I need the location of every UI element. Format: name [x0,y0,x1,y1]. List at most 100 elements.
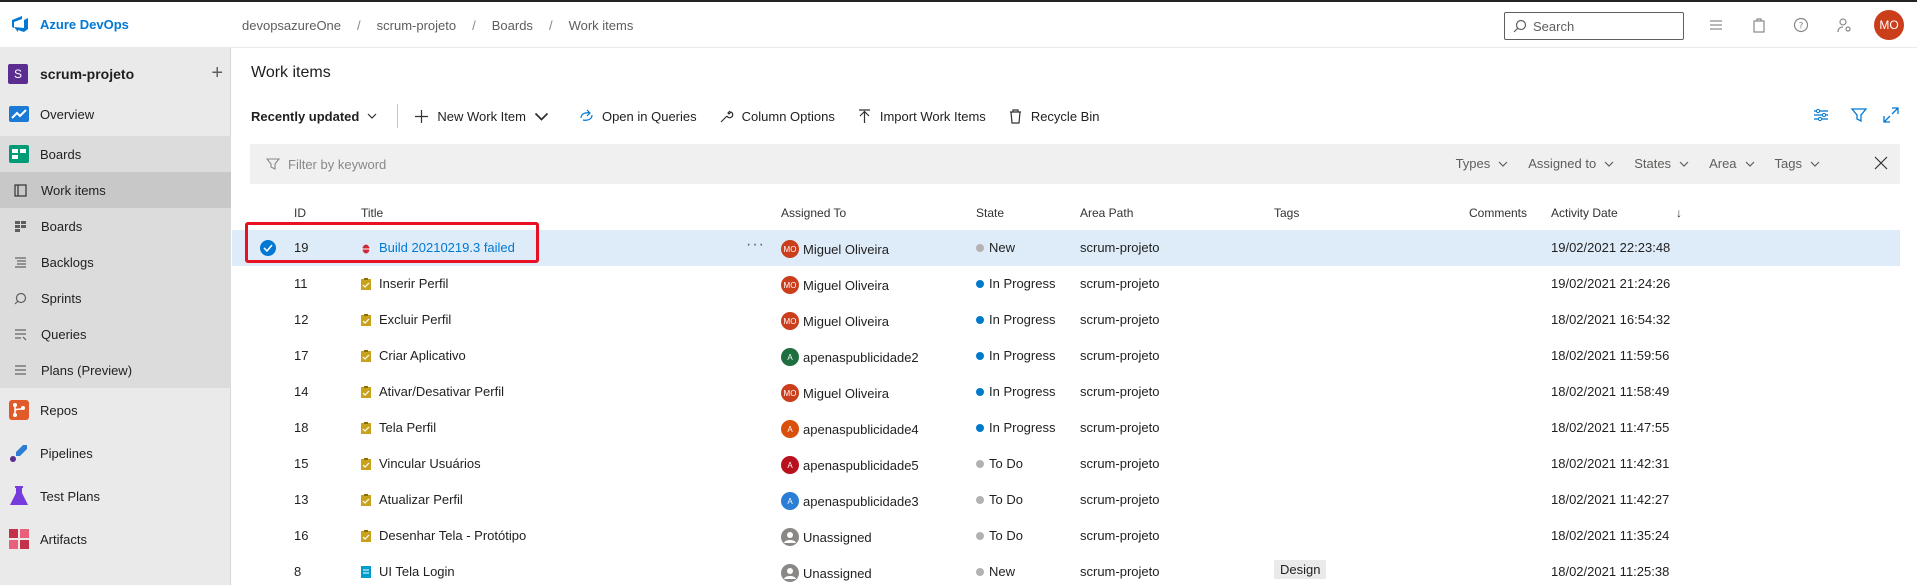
filter-icon[interactable] [1850,106,1868,124]
work-item-title[interactable]: Inserir Perfil [379,276,448,291]
cell-title[interactable]: Excluir Perfil [361,312,451,327]
cell-activity-date: 18/02/2021 16:54:32 [1551,312,1671,327]
open-queries-icon [580,109,593,121]
chevron-down-icon [1604,161,1614,167]
project-header[interactable]: S scrum-projeto + [8,56,223,92]
column-header-area[interactable]: Area Path [1080,206,1133,220]
marketplace-bag-icon[interactable] [1751,17,1767,33]
sidebar-item-boards[interactable]: Boards [0,136,231,172]
sidebar-item-pipelines[interactable]: Pipelines [0,435,231,471]
breadcrumb-org[interactable]: devopsazureOne [242,18,341,33]
cell-state: New [976,240,1015,255]
cell-title[interactable]: Vincular Usuários [361,456,481,471]
cell-activity-date: 19/02/2021 21:24:26 [1551,276,1671,291]
new-work-item-button[interactable]: New Work Item [414,109,557,124]
filter-tags-dropdown[interactable]: Tags [1775,156,1820,171]
add-icon[interactable]: + [211,62,223,85]
tag-chip[interactable]: Design [1274,560,1327,579]
sidebar-item-overview[interactable]: Overview [0,96,231,132]
work-item-title[interactable]: Criar Aplicativo [379,348,466,363]
table-row[interactable]: 18 Tela Perfil Aapenaspublicidade4 In Progr… [232,410,1900,446]
user-settings-icon[interactable] [1836,17,1852,33]
cell-state: In Progress [976,348,1055,363]
sidebar-subitem-backlogs[interactable]: Backlogs [0,244,231,280]
cell-area-path: scrum-projeto [1080,492,1160,507]
cell-title[interactable]: Inserir Perfil [361,276,448,291]
cell-state: In Progress [976,312,1055,327]
filter-assigned-dropdown[interactable]: Assigned to [1528,156,1614,171]
breadcrumb-project[interactable]: scrum-projeto [377,18,456,33]
cell-title[interactable]: Desenhar Tela - Protótipo [361,528,526,543]
cell-state: In Progress [976,276,1055,291]
test-plans-icon [10,486,28,505]
cell-assigned-to: MO Miguel Oliveira [781,312,889,330]
work-item-title[interactable]: Desenhar Tela - Protótipo [379,528,526,543]
brand[interactable]: Azure DevOps [10,14,129,34]
list-icon[interactable] [1708,17,1724,33]
table-row[interactable]: 11 Inserir Perfil MO Miguel Oliveira In Prog… [232,266,1900,302]
cell-title[interactable]: UI Tela Login [361,564,455,579]
sidebar-subitem-boards[interactable]: Boards [0,208,231,244]
work-item-title[interactable]: Excluir Perfil [379,312,451,327]
open-in-queries-button[interactable]: Open in Queries [579,109,697,124]
cell-title[interactable]: Ativar/Desativar Perfil [361,384,504,399]
work-item-title[interactable]: Ativar/Desativar Perfil [379,384,504,399]
cell-title[interactable]: Criar Aplicativo [361,348,466,363]
work-item-title[interactable]: Tela Perfil [379,420,436,435]
sort-descending-icon[interactable]: ↓ [1676,206,1682,220]
fullscreen-icon[interactable] [1882,106,1900,124]
grid-body: 19 Build 20210219.3 failed ··· MO Miguel Oli… [232,230,1900,585]
sidebar-item-label: Repos [40,402,78,418]
breadcrumb-boards[interactable]: Boards [492,18,533,33]
column-options-button[interactable]: Column Options [719,109,835,124]
sidebar-subitem-sprints[interactable]: Sprints [0,280,231,316]
column-header-comments[interactable]: Comments [1469,206,1527,220]
table-row[interactable]: 13 Atualizar Perfil Aapenaspublicidade3 To … [232,482,1900,518]
sidebar-subitem-work-items[interactable]: Work items [0,172,231,208]
avatar: MO [781,312,799,330]
search-input[interactable]: Search [1504,12,1684,40]
filter-states-dropdown[interactable]: States [1634,156,1689,171]
chevron-down-icon [367,113,377,119]
work-item-title[interactable]: UI Tela Login [379,564,455,579]
toolbar-divider [397,104,399,128]
filter-keyword-input[interactable]: Filter by keyword [266,157,386,172]
user-avatar[interactable]: MO [1874,10,1904,40]
view-selector[interactable]: Recently updated [251,109,377,124]
filter-types-dropdown[interactable]: Types [1456,156,1509,171]
cell-title[interactable]: Atualizar Perfil [361,492,463,507]
column-header-tags[interactable]: Tags [1274,206,1299,220]
table-row[interactable]: 17 Criar Aplicativo Aapenaspublicidade2 In … [232,338,1900,374]
view-options-icon[interactable] [1812,106,1830,124]
cell-title[interactable]: Tela Perfil [361,420,436,435]
table-row[interactable]: 12 Excluir Perfil MO Miguel Oliveira In Prog… [232,302,1900,338]
table-row[interactable]: 15 Vincular Usuários Aapenaspublicidade5 To… [232,446,1900,482]
sidebar-subitem-queries[interactable]: Queries [0,316,231,352]
column-header-state[interactable]: State [976,206,1004,220]
work-item-title[interactable]: Atualizar Perfil [379,492,463,507]
recycle-bin-button[interactable]: Recycle Bin [1008,109,1099,124]
filter-area-dropdown[interactable]: Area [1709,156,1754,171]
sidebar-item-label: Overview [40,106,95,122]
table-row[interactable]: 8 UI Tela Login Unassigned New scrum-projeto… [232,554,1900,585]
breadcrumb-work-items[interactable]: Work items [569,18,634,33]
state-dot [976,243,984,252]
sidebar-item-artifacts[interactable]: Artifacts [0,521,231,557]
assigned-to-name: Miguel Oliveira [803,385,889,401]
more-actions-icon[interactable]: ··· [746,236,765,254]
sidebar-subitem-plans[interactable]: Plans (Preview) [0,352,231,388]
column-header-id[interactable]: ID [294,206,306,220]
close-icon[interactable] [1874,156,1888,170]
column-header-title[interactable]: Title [361,206,383,220]
sidebar-item-repos[interactable]: Repos [0,392,231,428]
work-item-title[interactable]: Vincular Usuários [379,456,481,471]
column-header-activity-date[interactable]: Activity Date [1551,206,1618,220]
sidebar-item-test-plans[interactable]: Test Plans [0,478,231,514]
help-icon[interactable]: ? [1793,17,1809,33]
table-row[interactable]: 14 Ativar/Desativar Perfil MO Miguel Olivei… [232,374,1900,410]
table-row[interactable]: 16 Desenhar Tela - Protótipo Unassigned To … [232,518,1900,554]
column-header-assigned[interactable]: Assigned To [781,206,846,220]
import-work-items-button[interactable]: Import Work Items [857,109,986,124]
cell-activity-date: 18/02/2021 11:25:38 [1551,564,1670,579]
filter-icon [266,158,280,170]
